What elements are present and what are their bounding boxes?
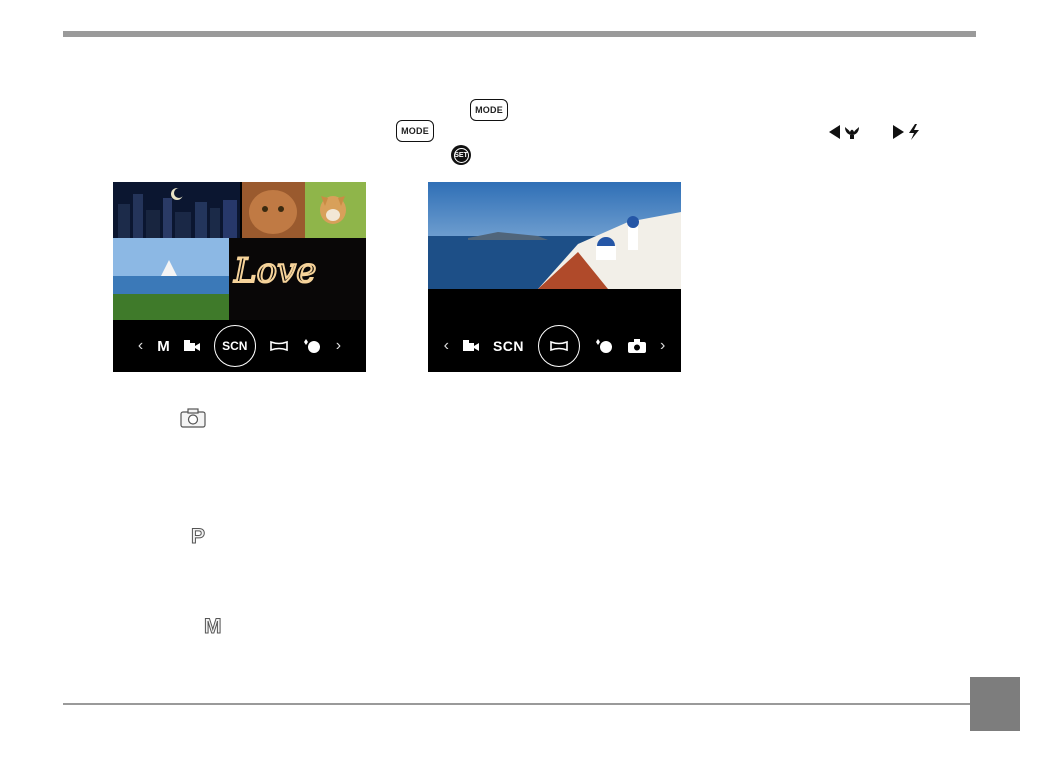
panorama-icon-selected: [550, 340, 568, 352]
scene-collage-image: Love: [113, 182, 366, 320]
svg-text:P: P: [191, 525, 205, 546]
manual-m-icon: M: [204, 615, 223, 637]
set-button-icon: SET: [451, 145, 471, 165]
mode-selector-bar: ‹ M SCN ›: [113, 320, 366, 372]
mode-item-manual[interactable]: M: [157, 338, 170, 355]
panorama-scene-image: [428, 182, 681, 289]
beauty-icon[interactable]: [302, 338, 322, 354]
svg-text:M: M: [204, 615, 222, 636]
mode-button-label-2: MODE: [401, 126, 429, 136]
right-flash-icon: [893, 124, 919, 140]
page-number-tab: [970, 677, 1020, 731]
mode-scn-label: SCN: [222, 339, 248, 353]
mode-selector-bar-2: ‹ SCN ›: [428, 320, 681, 372]
footer-rule: [63, 703, 976, 705]
mode-button-icon: MODE: [470, 99, 508, 121]
mode-item-panorama-selected[interactable]: [538, 325, 581, 367]
auto-camera-icon[interactable]: [628, 339, 647, 353]
mode-right-chevron[interactable]: ›: [336, 337, 341, 355]
mode-item-scn[interactable]: SCN: [493, 338, 524, 354]
mode-button-icon-2: MODE: [396, 120, 434, 142]
mode-right-chevron-2[interactable]: ›: [660, 337, 665, 355]
program-p-icon: P: [191, 525, 206, 547]
mode-left-chevron[interactable]: ‹: [138, 337, 143, 355]
mode-left-chevron-2[interactable]: ‹: [444, 337, 449, 355]
mode-dial-screen-2: ‹ SCN ›: [428, 182, 681, 372]
camera-icon: [180, 408, 206, 428]
movie-icon-2[interactable]: [462, 340, 479, 352]
beauty-icon-2[interactable]: [594, 338, 614, 354]
svg-text:Love: Love: [233, 251, 316, 291]
movie-icon[interactable]: [183, 340, 200, 352]
mode-item-scn-selected[interactable]: SCN: [213, 325, 256, 367]
panorama-icon[interactable]: [269, 340, 288, 352]
left-macro-icon: [829, 125, 859, 139]
mode-dial-screen-1: Love ‹ M SCN ›: [113, 182, 366, 372]
header-rule: [63, 31, 976, 37]
mode-button-label: MODE: [475, 105, 503, 115]
